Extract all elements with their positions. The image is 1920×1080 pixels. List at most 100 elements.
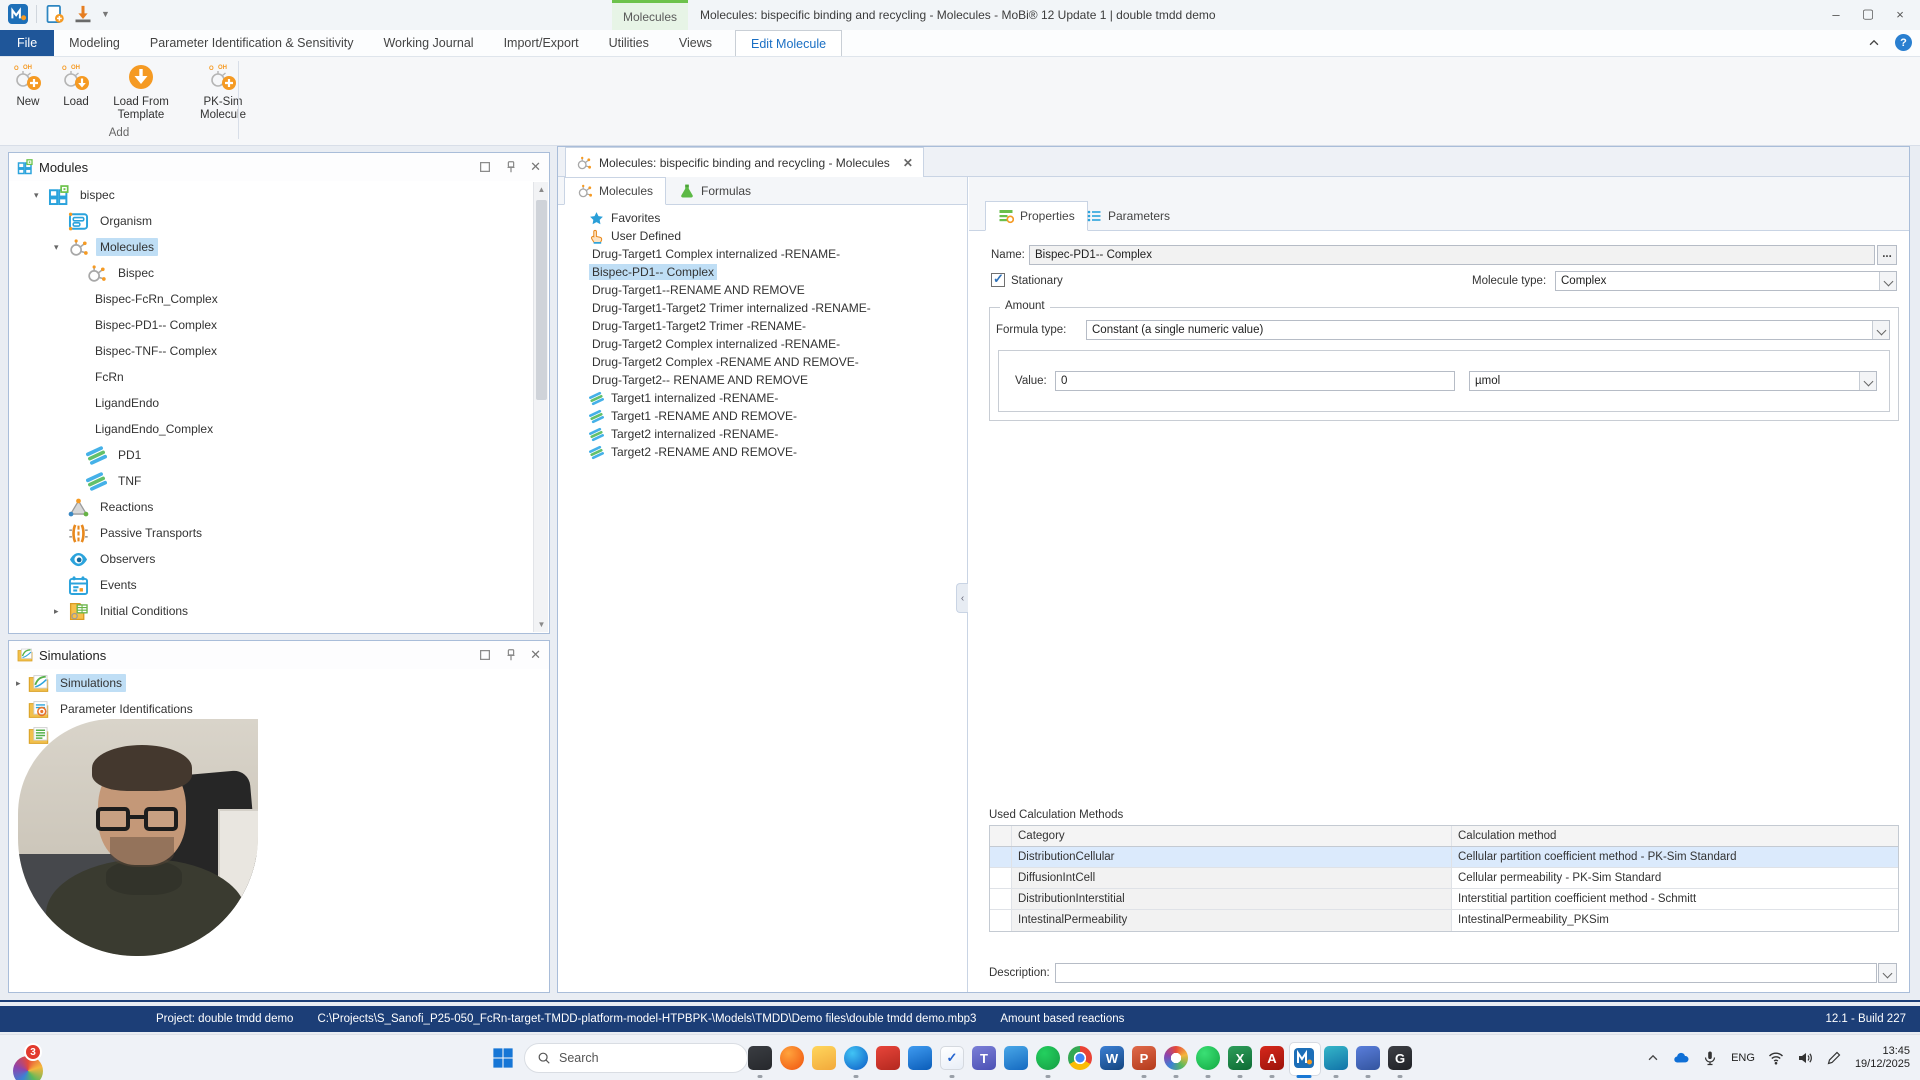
taskbar-app-widgets-icon[interactable] bbox=[1000, 1035, 1032, 1080]
name-field[interactable]: Bispec-PD1-- Complex bbox=[1029, 245, 1875, 265]
tree-item-bispec-tnf-complex[interactable]: Bispec-TNF-- Complex bbox=[10, 338, 533, 364]
maximize-panel-icon[interactable] bbox=[478, 648, 492, 662]
list-item[interactable]: Drug-Target1--RENAME AND REMOVE bbox=[558, 281, 967, 299]
scroll-down-icon[interactable]: ▼ bbox=[534, 617, 549, 632]
taskbar-clock[interactable]: 13:45 19/12/2025 bbox=[1855, 1045, 1910, 1071]
taskbar-search[interactable]: Search bbox=[524, 1043, 748, 1073]
unit-dropdown[interactable]: µmol bbox=[1469, 371, 1877, 391]
sim-item-simulations[interactable]: ▸ Simulations bbox=[10, 670, 548, 696]
taskbar-app-file-explorer-icon[interactable] bbox=[808, 1035, 840, 1080]
wifi-icon[interactable] bbox=[1768, 1050, 1784, 1066]
tree-item-fcrn[interactable]: FcRn bbox=[10, 364, 533, 390]
chevron-down-icon[interactable] bbox=[1879, 964, 1896, 982]
tree-item-bispec[interactable]: ▾ bispec bbox=[10, 182, 533, 208]
taskbar-app-mobi-icon[interactable] bbox=[1288, 1035, 1321, 1080]
microphone-icon[interactable] bbox=[1702, 1050, 1718, 1066]
chevron-down-icon[interactable] bbox=[1859, 372, 1876, 390]
pen-icon[interactable] bbox=[1826, 1050, 1842, 1066]
tray-chevron-up-icon[interactable] bbox=[1646, 1051, 1660, 1065]
menu-modeling[interactable]: Modeling bbox=[54, 30, 135, 56]
taskbar-app-acrobat-icon[interactable]: A bbox=[1256, 1035, 1288, 1080]
molecule-type-dropdown[interactable]: Complex bbox=[1555, 271, 1897, 291]
list-item[interactable]: Drug-Target1-Target2 Trimer internalized… bbox=[558, 299, 967, 317]
menu-views[interactable]: Views bbox=[664, 30, 727, 56]
list-item[interactable]: Drug-Target2 Complex -RENAME AND REMOVE- bbox=[558, 353, 967, 371]
column-header-calculation-method[interactable]: Calculation method bbox=[1452, 826, 1898, 846]
ribbon-button-new[interactable]: O OH New bbox=[4, 61, 52, 111]
list-item[interactable]: Target2 internalized -RENAME- bbox=[558, 425, 967, 443]
taskbar-app-office-hub-icon[interactable] bbox=[872, 1035, 904, 1080]
tree-item-observers[interactable]: Observers bbox=[10, 546, 533, 572]
maximize-button[interactable]: ▢ bbox=[1852, 2, 1884, 26]
tree-item-bispec-pd1-complex[interactable]: Bispec-PD1-- Complex bbox=[10, 312, 533, 338]
ribbon-button-pk-sim-molecule[interactable]: O OH PK-Sim Molecule bbox=[182, 61, 264, 124]
tree-item-initial-conditions[interactable]: ▸ Initial Conditions bbox=[10, 598, 533, 624]
tree-item-pd1[interactable]: PD1 bbox=[10, 442, 533, 468]
taskbar-app-edge-icon[interactable] bbox=[840, 1035, 872, 1080]
list-item[interactable]: Drug-Target1-Target2 Trimer -RENAME- bbox=[558, 317, 967, 335]
tree-item-molecules[interactable]: ▾ Molecules bbox=[10, 234, 533, 260]
description-expand-button[interactable] bbox=[1878, 963, 1897, 983]
taskbar-app-outlook-icon[interactable] bbox=[904, 1035, 936, 1080]
expander-closed-icon[interactable]: ▸ bbox=[54, 606, 68, 617]
list-item[interactable]: Target1 -RENAME AND REMOVE- bbox=[558, 407, 967, 425]
tree-item-ligandendo-complex[interactable]: LigandEndo_Complex bbox=[10, 416, 533, 442]
menu-utilities[interactable]: Utilities bbox=[594, 30, 664, 56]
tree-item-reactions[interactable]: Reactions bbox=[10, 494, 533, 520]
taskbar-app-chrome-icon[interactable] bbox=[1064, 1035, 1096, 1080]
modules-scrollbar[interactable]: ▲ ▼ bbox=[533, 182, 548, 632]
taskbar-app-word-icon[interactable]: W bbox=[1096, 1035, 1128, 1080]
notification-badge[interactable]: 3 bbox=[24, 1043, 42, 1061]
help-icon[interactable]: ? bbox=[1895, 34, 1912, 51]
close-panel-icon[interactable]: ✕ bbox=[530, 159, 541, 175]
close-button[interactable]: × bbox=[1884, 2, 1916, 26]
list-item[interactable]: Drug-Target1 Complex internalized -RENAM… bbox=[558, 245, 967, 263]
table-row[interactable]: DistributionCellular Cellular partition c… bbox=[990, 847, 1898, 868]
customize-toolbar-icon[interactable]: ▼ bbox=[101, 9, 110, 19]
taskbar-app-spotify-icon[interactable] bbox=[1032, 1035, 1064, 1080]
minimize-button[interactable]: – bbox=[1820, 2, 1852, 26]
taskbar-app-pksim-icon[interactable] bbox=[1320, 1035, 1352, 1080]
tab-parameters[interactable]: Parameters bbox=[1073, 201, 1183, 231]
value-field[interactable]: 0 bbox=[1055, 371, 1455, 391]
list-item[interactable]: Target2 -RENAME AND REMOVE- bbox=[558, 443, 967, 461]
tree-item-events[interactable]: Events bbox=[10, 572, 533, 598]
expander-open-icon[interactable]: ▾ bbox=[34, 190, 48, 201]
taskbar-app-teams-icon[interactable]: T bbox=[968, 1035, 1000, 1080]
context-tab-molecules[interactable]: Molecules bbox=[612, 0, 688, 30]
sim-item-parameter-identifications[interactable]: Parameter Identifications bbox=[10, 696, 548, 722]
ribbon-button-load[interactable]: O OH Load bbox=[52, 61, 100, 111]
formula-type-dropdown[interactable]: Constant (a single numeric value) bbox=[1086, 320, 1890, 340]
taskbar-app-excel-icon[interactable]: X bbox=[1224, 1035, 1256, 1080]
pin-panel-icon[interactable] bbox=[504, 160, 518, 174]
expander-open-icon[interactable]: ▾ bbox=[54, 242, 68, 253]
list-item[interactable]: Drug-Target2 Complex internalized -RENAM… bbox=[558, 335, 967, 353]
taskbar-app-photos-icon[interactable] bbox=[1160, 1035, 1192, 1080]
list-item[interactable]: User Defined bbox=[558, 227, 967, 245]
column-header-category[interactable]: Category bbox=[1012, 826, 1452, 846]
tree-item-bispec[interactable]: Bispec bbox=[10, 260, 533, 286]
tree-item-organism[interactable]: Organism bbox=[10, 208, 533, 234]
menu-edit-molecule[interactable]: Edit Molecule bbox=[735, 30, 843, 56]
tree-item-ligandendo[interactable]: LigandEndo bbox=[10, 390, 533, 416]
scroll-up-icon[interactable]: ▲ bbox=[534, 182, 549, 197]
chevron-down-icon[interactable] bbox=[1872, 321, 1889, 339]
document-tab[interactable]: Molecules: bispecific binding and recycl… bbox=[565, 147, 924, 177]
menu-import-export[interactable]: Import/Export bbox=[489, 30, 594, 56]
list-item[interactable]: Bispec-PD1-- Complex bbox=[558, 263, 967, 281]
chevron-down-icon[interactable] bbox=[1879, 272, 1896, 290]
tab-molecules[interactable]: Molecules bbox=[564, 177, 667, 205]
close-panel-icon[interactable]: ✕ bbox=[530, 647, 541, 663]
pin-panel-icon[interactable] bbox=[504, 648, 518, 662]
taskbar-app-github-desktop-icon[interactable]: G bbox=[1384, 1035, 1416, 1080]
collapse-ribbon-icon[interactable] bbox=[1867, 36, 1881, 50]
expander-closed-icon[interactable]: ▸ bbox=[16, 678, 28, 689]
collapse-pane-handle[interactable]: ‹ bbox=[956, 583, 968, 613]
ribbon-button-load-from-template[interactable]: Load From Template bbox=[100, 61, 182, 124]
taskbar-app-calculator-icon[interactable] bbox=[1352, 1035, 1384, 1080]
list-item[interactable]: Favorites bbox=[558, 209, 967, 227]
menu-parameter-identification[interactable]: Parameter Identification & Sensitivity bbox=[135, 30, 369, 56]
maximize-panel-icon[interactable] bbox=[478, 160, 492, 174]
tree-item-bispec-fcrn-complex[interactable]: Bispec-FcRn_Complex bbox=[10, 286, 533, 312]
taskbar-app-whatsapp-icon[interactable] bbox=[1192, 1035, 1224, 1080]
